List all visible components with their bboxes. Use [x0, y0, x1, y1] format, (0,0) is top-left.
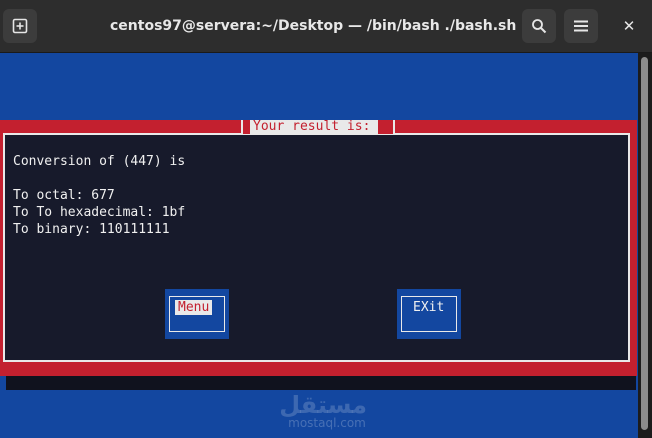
exit-dialog-button[interactable]: EXit — [410, 300, 447, 315]
window-title: centos97@servera:~/Desktop — /bin/bash .… — [110, 18, 517, 34]
result-line-binary: To binary: 110111111 — [13, 222, 170, 237]
title-left-bracket — [241, 120, 243, 134]
dialog-shadow — [6, 376, 636, 390]
menu-dialog-button[interactable]: Menu — [175, 300, 213, 315]
menu-button-frame[interactable]: Menu — [165, 289, 229, 339]
result-line-hex: To To hexadecimal: 1bf — [13, 205, 186, 220]
hamburger-menu-icon — [574, 20, 588, 32]
dialog-title-bar: Your result is: — [241, 120, 395, 134]
dialog-title: Your result is: — [250, 120, 378, 134]
close-icon: ✕ — [622, 17, 636, 35]
new-tab-button[interactable] — [3, 9, 37, 43]
result-line-conversion: Conversion of (447) is — [13, 154, 186, 169]
title-right-bracket — [393, 120, 395, 134]
window-titlebar: centos97@servera:~/Desktop — /bin/bash .… — [0, 0, 652, 53]
result-line-octal: To octal: 677 — [13, 188, 115, 203]
close-button[interactable]: ✕ — [612, 9, 646, 43]
terminal-scrollbar[interactable] — [638, 53, 652, 438]
search-button[interactable] — [522, 9, 556, 43]
scrollbar-thumb[interactable] — [641, 57, 648, 430]
menu-button[interactable] — [564, 9, 598, 43]
new-tab-icon — [12, 18, 28, 34]
search-icon — [532, 19, 547, 34]
watermark-logo-latin: mostaql.com — [288, 416, 366, 430]
exit-button-frame[interactable]: EXit — [397, 289, 461, 339]
